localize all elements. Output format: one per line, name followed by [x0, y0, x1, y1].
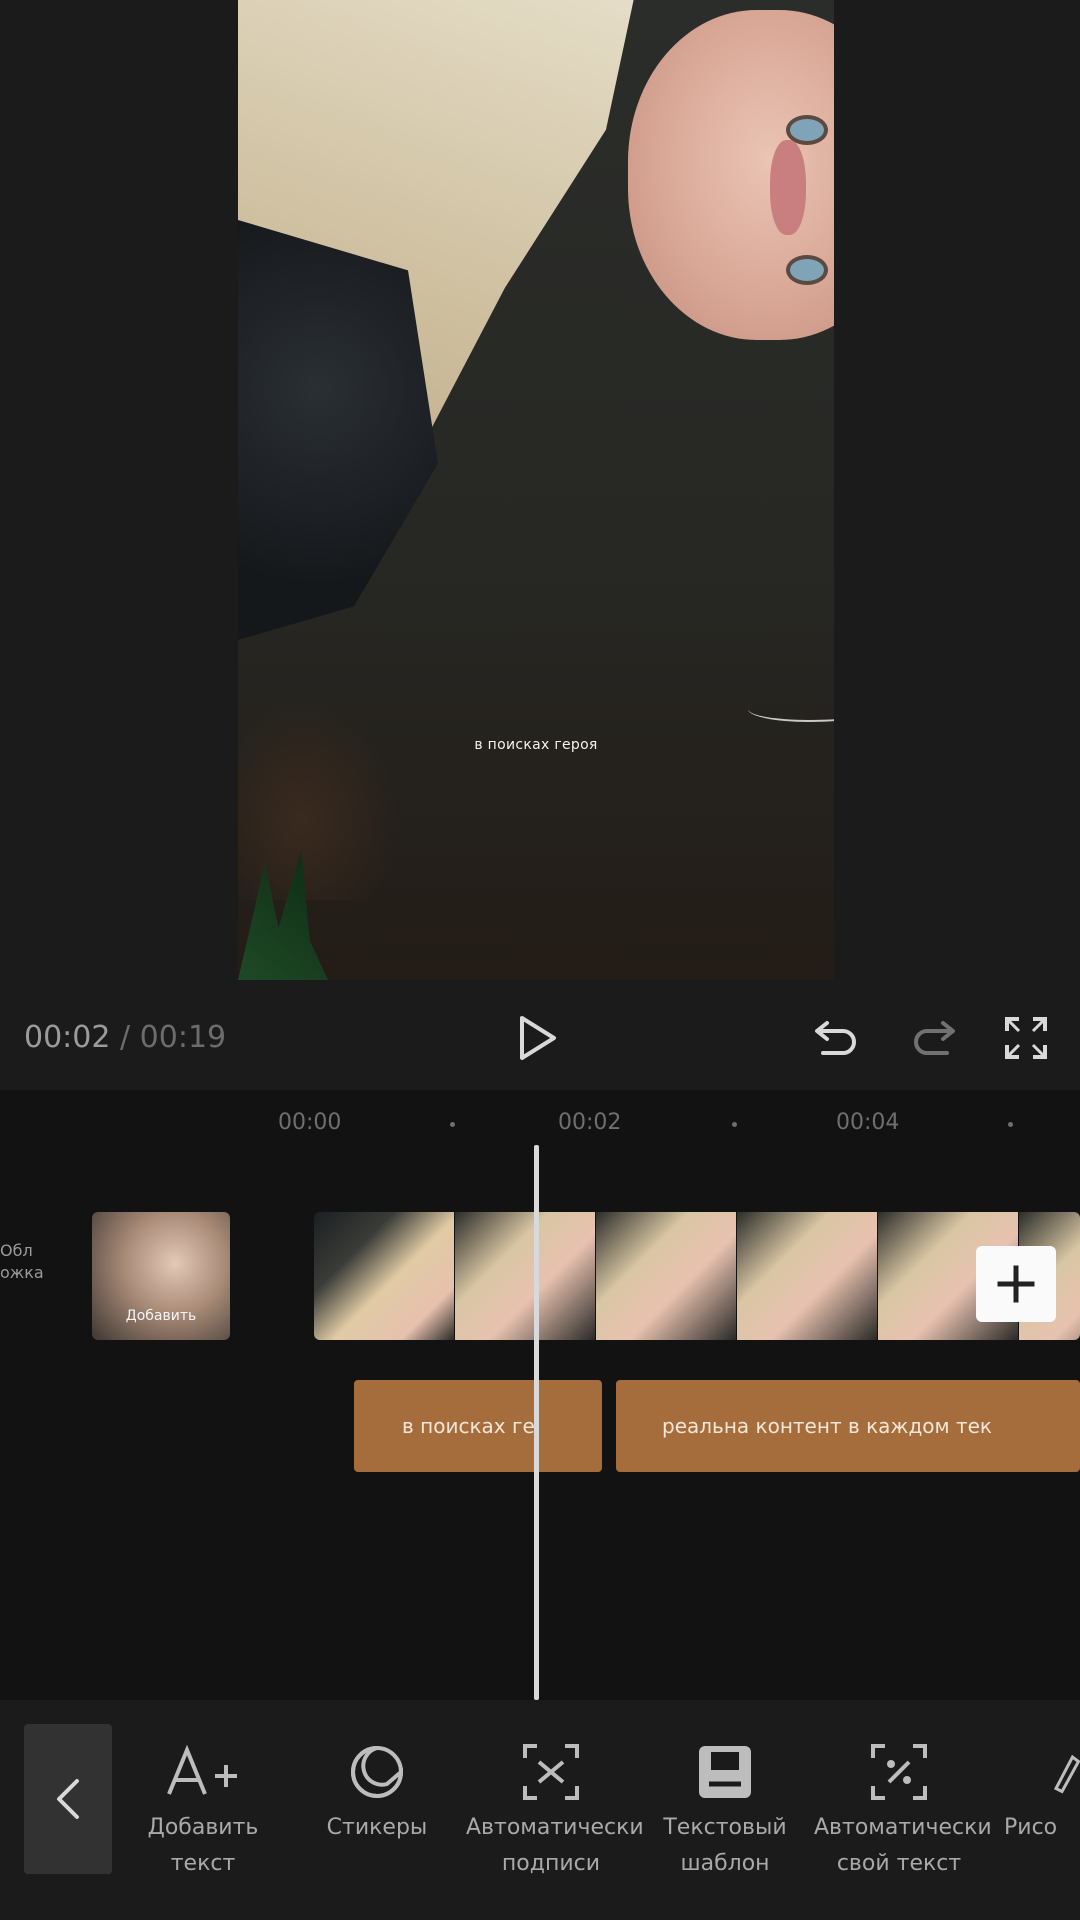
- tick-label: 00:02: [558, 1110, 622, 1135]
- sticker-icon: [351, 1746, 404, 1798]
- tool-auto-lyrics[interactable]: Автоматически свой текст: [814, 1742, 992, 1882]
- back-button[interactable]: [24, 1724, 112, 1874]
- tick-dot: [1008, 1122, 1013, 1127]
- add-text-icon: [167, 1744, 237, 1795]
- undo-button[interactable]: [806, 1008, 866, 1068]
- auto-captions-icon: [523, 1744, 579, 1800]
- tool-label: Добавить текст: [147, 1815, 259, 1876]
- redo-icon: [914, 1021, 955, 1055]
- video-frame-thumb: [314, 1212, 454, 1340]
- time-display: 00:02 / 00:19: [24, 1020, 226, 1055]
- preview-lamp: [238, 700, 398, 900]
- tool-label: Текстовый шаблон: [663, 1815, 787, 1876]
- tool-add-text[interactable]: Добавить текст: [118, 1742, 288, 1882]
- play-icon: [520, 1016, 556, 1060]
- tool-draw[interactable]: Рисо: [988, 1742, 1080, 1846]
- preview-eye: [786, 255, 828, 285]
- video-subtitle[interactable]: в поисках героя: [238, 737, 834, 753]
- video-frame-thumb: [455, 1212, 595, 1340]
- preview-sweater: [238, 220, 438, 640]
- fullscreen-button[interactable]: [996, 1008, 1056, 1068]
- plus-icon: [997, 1265, 1035, 1303]
- preview-scribble: [748, 690, 834, 722]
- tool-label: Рисо: [1004, 1815, 1058, 1840]
- tick-dot: [450, 1122, 455, 1127]
- tool-stickers[interactable]: Стикеры: [292, 1742, 462, 1846]
- tool-label: Автоматически свой текст: [814, 1815, 992, 1876]
- video-track[interactable]: [314, 1212, 1080, 1340]
- draw-icon: [1053, 1754, 1080, 1794]
- tool-label: Стикеры: [326, 1815, 428, 1840]
- timeline[interactable]: 00:00 00:02 00:04 Обл ожка Добавить в по…: [0, 1090, 1080, 1700]
- preview-lips: [770, 140, 806, 235]
- cover-thumbnail[interactable]: Добавить: [92, 1212, 230, 1340]
- cover-label-line: ожка: [0, 1263, 44, 1282]
- playback-controls: 00:02 / 00:19: [0, 990, 1080, 1085]
- playhead[interactable]: [534, 1145, 539, 1700]
- fullscreen-icon: [1005, 1017, 1047, 1059]
- text-clip[interactable]: реальна контент в каждом тек: [616, 1380, 1080, 1472]
- video-frame-thumb: [737, 1212, 877, 1340]
- cover-thumbnail-label: Добавить: [125, 1308, 197, 1324]
- tick-label: 00:00: [278, 1110, 342, 1135]
- video-preview[interactable]: в поисках героя: [238, 0, 834, 980]
- tick-label: 00:04: [836, 1110, 900, 1135]
- undo-icon: [815, 1021, 856, 1055]
- video-preview-area: в поисках героя: [0, 0, 1080, 980]
- bottom-toolbar: Добавить текст Стикеры Автоматически под…: [0, 1700, 1080, 1920]
- current-time: 00:02: [24, 1020, 111, 1055]
- time-separator: /: [120, 1020, 131, 1055]
- add-clip-button[interactable]: [976, 1246, 1056, 1322]
- auto-lyrics-icon: [871, 1744, 927, 1800]
- tool-label: Автоматически подписи: [466, 1815, 644, 1876]
- play-button[interactable]: [508, 1008, 568, 1068]
- text-template-icon: [699, 1746, 751, 1798]
- cover-label-line: Обл: [0, 1241, 33, 1260]
- tick-dot: [732, 1122, 737, 1127]
- text-clip[interactable]: в поисках ге: [354, 1380, 602, 1472]
- chevron-left-icon: [57, 1779, 79, 1819]
- total-time: 00:19: [139, 1020, 227, 1055]
- cover-label[interactable]: Обл ожка: [0, 1240, 44, 1284]
- time-ruler: 00:00 00:02 00:04: [0, 1090, 1080, 1150]
- video-frame-thumb: [596, 1212, 736, 1340]
- tool-text-template[interactable]: Текстовый шаблон: [640, 1742, 810, 1882]
- tool-auto-captions[interactable]: Автоматически подписи: [466, 1742, 644, 1882]
- redo-button[interactable]: [904, 1008, 964, 1068]
